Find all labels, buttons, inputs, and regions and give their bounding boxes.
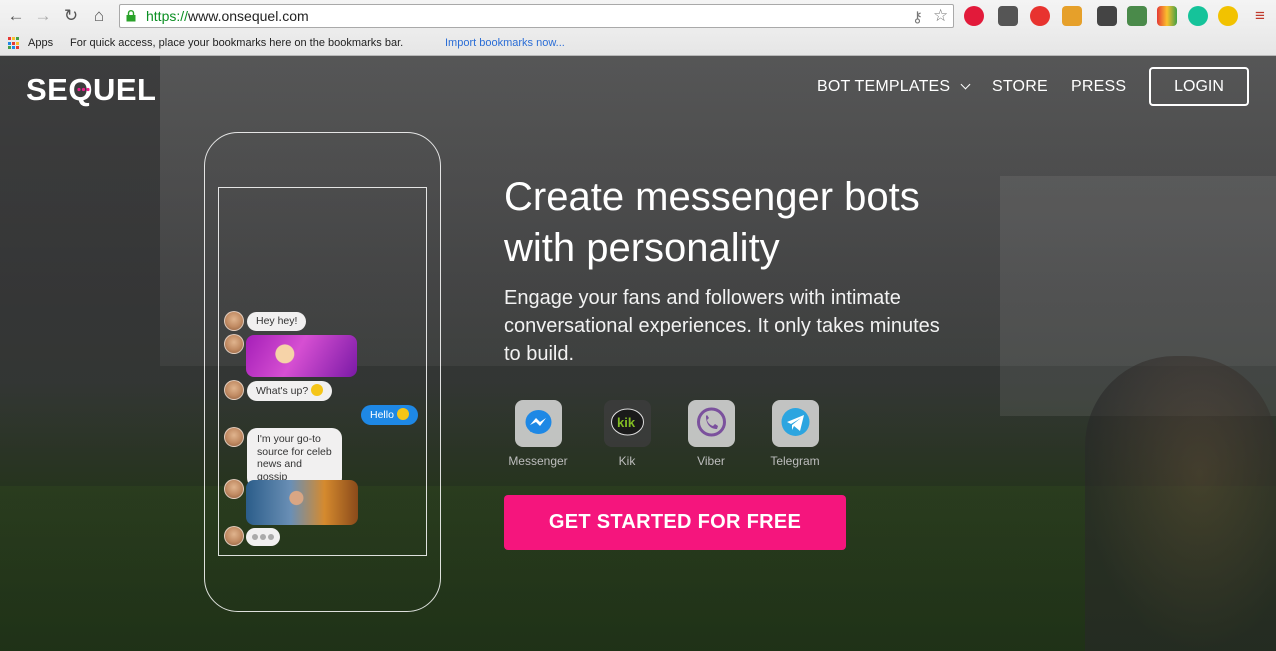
browser-toolbar: ← → ↻ ⌂ https://www.onsequel.com ⚷ ☆ ≡ bbox=[0, 0, 1276, 32]
chat-bubble-bot: I'm your go-to source for celeb news and… bbox=[247, 428, 342, 488]
background-person bbox=[1085, 356, 1276, 651]
menu-icon[interactable]: ≡ bbox=[1250, 6, 1270, 26]
chevron-down-icon bbox=[960, 79, 971, 90]
home-icon[interactable]: ⌂ bbox=[89, 6, 109, 26]
platform-label: Kik bbox=[618, 454, 636, 468]
url-text: https://www.onsequel.com bbox=[146, 8, 309, 24]
pocket-icon[interactable] bbox=[998, 6, 1018, 26]
rocket-icon[interactable] bbox=[1218, 6, 1238, 26]
import-bookmarks-link[interactable]: Import bookmarks now... bbox=[445, 37, 565, 49]
opera-icon[interactable] bbox=[1030, 6, 1050, 26]
lock-icon bbox=[126, 10, 136, 22]
kiss-emoji-icon bbox=[311, 384, 324, 396]
telegram-icon bbox=[771, 400, 819, 447]
nav-bot-templates-label: BOT TEMPLATES bbox=[817, 78, 951, 95]
nav-store[interactable]: STORE bbox=[992, 78, 1048, 96]
platform-label: Viber bbox=[697, 454, 725, 468]
bot-avatar bbox=[224, 380, 244, 400]
browser-chrome: ← → ↻ ⌂ https://www.onsequel.com ⚷ ☆ ≡ A… bbox=[0, 0, 1276, 56]
smile-emoji-icon bbox=[396, 408, 409, 420]
back-icon[interactable]: ← bbox=[6, 6, 26, 26]
page: SEQUEL BOT TEMPLATES STORE PRESS LOGIN H… bbox=[0, 56, 1276, 651]
bookmarks-hint: For quick access, place your bookmarks h… bbox=[70, 37, 404, 49]
chat-bubble-bot: What's up? bbox=[247, 381, 333, 401]
rainbow-icon[interactable] bbox=[1157, 6, 1177, 26]
platform-label: Telegram bbox=[770, 454, 820, 468]
svg-text:kik: kik bbox=[617, 415, 636, 430]
apps-label[interactable]: Apps bbox=[28, 37, 53, 49]
apps-icon[interactable] bbox=[8, 37, 21, 50]
platform-kik[interactable]: kik Kik bbox=[587, 400, 667, 468]
nav-bot-templates[interactable]: BOT TEMPLATES bbox=[817, 78, 971, 96]
address-bar[interactable]: https://www.onsequel.com ⚷ ☆ bbox=[119, 4, 954, 28]
color-picker-icon[interactable] bbox=[1127, 6, 1147, 26]
hero-title: Create messenger bots with personality bbox=[504, 175, 920, 270]
kik-icon: kik bbox=[603, 400, 651, 447]
nav-press[interactable]: PRESS bbox=[1071, 78, 1126, 96]
extension-icon[interactable] bbox=[1062, 6, 1082, 26]
hero-subtitle: Engage your fans and followers with inti… bbox=[504, 287, 940, 365]
bot-avatar bbox=[224, 311, 244, 331]
viber-icon bbox=[687, 400, 735, 447]
logo[interactable]: SEQUEL bbox=[26, 72, 156, 108]
get-started-button[interactable]: GET STARTED FOR FREE bbox=[504, 495, 846, 550]
eyedropper-icon[interactable] bbox=[1097, 6, 1117, 26]
messenger-icon bbox=[514, 400, 562, 447]
key-icon[interactable]: ⚷ bbox=[912, 8, 923, 26]
platform-messenger[interactable]: Messenger bbox=[498, 400, 578, 468]
bot-avatar bbox=[224, 479, 244, 499]
bot-avatar bbox=[224, 526, 244, 546]
bot-avatar bbox=[224, 427, 244, 447]
grammarly-icon[interactable] bbox=[1188, 6, 1208, 26]
reload-icon[interactable]: ↻ bbox=[61, 6, 81, 26]
chat-bubble-user: Hello bbox=[361, 405, 418, 425]
login-button[interactable]: LOGIN bbox=[1149, 67, 1249, 106]
chat-bubble-bot: Hey hey! bbox=[247, 312, 307, 331]
platform-telegram[interactable]: Telegram bbox=[755, 400, 835, 468]
bookmark-star-icon[interactable]: ☆ bbox=[933, 6, 948, 26]
chat-gif bbox=[246, 335, 357, 377]
platform-label: Messenger bbox=[508, 454, 568, 468]
forward-icon[interactable]: → bbox=[33, 6, 53, 26]
bot-avatar bbox=[224, 334, 244, 354]
bookmarks-bar: Apps For quick access, place your bookma… bbox=[0, 33, 1276, 55]
logo-chat-dots-icon bbox=[77, 87, 90, 92]
pinterest-icon[interactable] bbox=[964, 6, 984, 26]
typing-indicator bbox=[246, 528, 280, 546]
chat-gif bbox=[246, 480, 358, 525]
platform-viber[interactable]: Viber bbox=[671, 400, 751, 468]
